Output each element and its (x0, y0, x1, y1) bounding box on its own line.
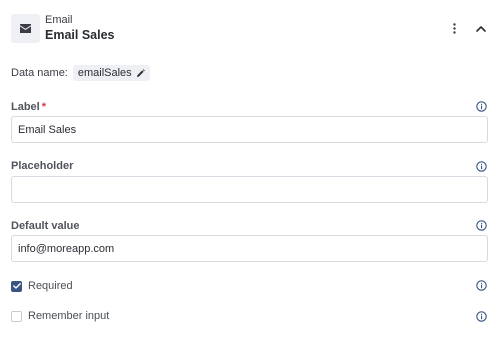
field-title: Email Sales (45, 28, 115, 42)
required-checkbox[interactable] (11, 280, 22, 292)
data-name-chip[interactable]: emailSales (72, 65, 150, 81)
data-name-label: Data name: (11, 67, 68, 79)
required-option[interactable]: Required (11, 279, 73, 293)
default-value-input[interactable] (11, 235, 488, 262)
more-options-icon[interactable] (448, 19, 460, 37)
remember-input-checkbox[interactable] (11, 310, 22, 322)
field-header: Email Email Sales (11, 12, 491, 46)
remember-input-label: Remember input (28, 310, 110, 322)
required-label: Required (28, 280, 73, 292)
placeholder-field-label: Placeholder (11, 160, 74, 172)
default-value-info-icon[interactable] (476, 220, 487, 231)
label-input[interactable] (11, 116, 488, 143)
field-type-label: Email (45, 14, 73, 26)
placeholder-info-icon[interactable] (476, 161, 487, 172)
data-name-value: emailSales (77, 67, 132, 79)
required-info-icon[interactable] (476, 280, 487, 291)
field-type-icon-box (11, 14, 40, 43)
label-field-label: Label * (11, 101, 46, 113)
placeholder-input[interactable] (11, 176, 488, 203)
remember-input-info-icon[interactable] (476, 311, 487, 322)
default-value-field-label: Default value (11, 220, 80, 232)
label-field-text: Label (11, 101, 40, 113)
label-info-icon[interactable] (476, 101, 487, 112)
required-asterisk: * (41, 101, 47, 113)
envelope-icon (20, 20, 31, 38)
data-name-row: Data name: emailSales (11, 65, 150, 81)
remember-input-option[interactable]: Remember input (11, 309, 109, 323)
pencil-icon[interactable] (136, 68, 145, 78)
chevron-up-icon[interactable] (474, 21, 488, 35)
